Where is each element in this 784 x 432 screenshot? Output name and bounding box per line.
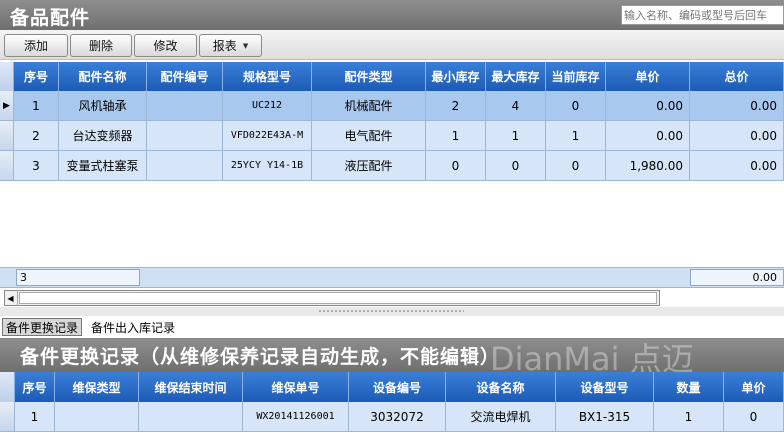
cell-spec-model[interactable]: UC212 xyxy=(223,91,312,121)
cell-seq[interactable]: 3 xyxy=(14,151,59,181)
cell-part-name[interactable]: 变量式柱塞泵 xyxy=(59,151,147,181)
replace-column-header-equipment-model[interactable]: 设备型号 xyxy=(556,372,654,402)
replace-column-header-unit-price[interactable]: 单价 xyxy=(724,372,784,402)
column-header-part-code[interactable]: 配件编号 xyxy=(147,62,223,91)
cell-part-name[interactable]: 台达变频器 xyxy=(59,121,147,151)
edit-button[interactable]: 修改 xyxy=(134,34,197,57)
report-button-label: 报表 xyxy=(212,39,237,53)
column-header-total-price[interactable]: 总价 xyxy=(690,62,784,91)
replace-cell-quantity[interactable]: 1 xyxy=(654,402,724,432)
footer-total-sum: 0.00 xyxy=(690,269,784,286)
sub-title: 备件更换记录（从维修保养记录自动生成，不能编辑） xyxy=(20,346,501,368)
column-header-seq[interactable]: 序号 xyxy=(14,62,59,91)
cell-part-code[interactable] xyxy=(147,151,223,181)
replace-table-body: 1 WX20141126001 3032072 交流电焊机 BX1-315 1 0 xyxy=(0,402,784,432)
replace-column-header-equipment-name[interactable]: 设备名称 xyxy=(446,372,556,402)
page-title: 备品配件 xyxy=(10,7,91,29)
report-dropdown-button[interactable]: 报表 ▼ xyxy=(199,34,262,57)
table-row[interactable]: 3 变量式柱塞泵 25YCY Y14-1B 液压配件 0 0 0 1,980.00 0.00 xyxy=(0,151,784,181)
scrollbar-thumb[interactable] xyxy=(19,292,657,304)
scroll-left-icon[interactable]: ◀ xyxy=(4,290,18,306)
replace-cell-equipment-code[interactable]: 3032072 xyxy=(349,402,446,432)
column-header-part-type[interactable]: 配件类型 xyxy=(312,62,426,91)
cell-max-stock[interactable]: 4 xyxy=(486,91,546,121)
cell-min-stock[interactable]: 1 xyxy=(426,121,486,151)
replace-cell-unit-price[interactable]: 0 xyxy=(724,402,784,432)
replace-table-header: 序号 维保类型 维保结束时间 维保单号 设备编号 设备名称 设备型号 数量 单价 xyxy=(0,372,784,402)
delete-button-label: 删除 xyxy=(88,39,113,53)
current-row-indicator-icon[interactable]: ▶ xyxy=(0,91,14,121)
column-header-unit-price[interactable]: 单价 xyxy=(606,62,690,91)
cell-unit-price[interactable]: 0.00 xyxy=(606,121,690,151)
row-selector[interactable] xyxy=(0,151,14,181)
cell-current-stock[interactable]: 0 xyxy=(546,91,606,121)
tab-replace-records[interactable]: 备件更换记录 xyxy=(2,318,83,336)
replace-cell-seq[interactable]: 1 xyxy=(15,402,55,432)
footer-row-count: 3 xyxy=(16,269,140,286)
cell-unit-price[interactable]: 0.00 xyxy=(606,91,690,121)
column-header-current-stock[interactable]: 当前库存 xyxy=(546,62,606,91)
cell-seq[interactable]: 1 xyxy=(14,91,59,121)
row-selector[interactable] xyxy=(0,121,14,151)
table-row[interactable]: 1 WX20141126001 3032072 交流电焊机 BX1-315 1 0 xyxy=(0,402,784,432)
replace-column-header-maintenance-order-no[interactable]: 维保单号 xyxy=(243,372,349,402)
cell-total-price[interactable]: 0.00 xyxy=(690,91,784,121)
replace-cell-equipment-model[interactable]: BX1-315 xyxy=(556,402,654,432)
table-row[interactable]: 2 台达变频器 VFD022E43A-M 电气配件 1 1 1 0.00 0.00 xyxy=(0,121,784,151)
replace-cell-maintenance-type[interactable] xyxy=(55,402,139,432)
replace-column-header-equipment-code[interactable]: 设备编号 xyxy=(349,372,446,402)
cell-spec-model[interactable]: VFD022E43A-M xyxy=(223,121,312,151)
replace-cell-maintenance-end-time[interactable] xyxy=(139,402,243,432)
cell-spec-model[interactable]: 25YCY Y14-1B xyxy=(223,151,312,181)
column-header-max-stock[interactable]: 最大库存 xyxy=(486,62,546,91)
cell-min-stock[interactable]: 2 xyxy=(426,91,486,121)
add-button-label: 添加 xyxy=(23,39,48,53)
cell-max-stock[interactable]: 0 xyxy=(486,151,546,181)
column-header-spec-model[interactable]: 规格型号 xyxy=(223,62,312,91)
row-selector-header xyxy=(0,372,15,402)
splitter-grip-icon[interactable] xyxy=(318,309,464,313)
replace-cell-equipment-name[interactable]: 交流电焊机 xyxy=(446,402,556,432)
tab-inout-records[interactable]: 备件出入库记录 xyxy=(88,318,178,336)
cell-unit-price[interactable]: 1,980.00 xyxy=(606,151,690,181)
cell-total-price[interactable]: 0.00 xyxy=(690,121,784,151)
edit-button-label: 修改 xyxy=(153,39,178,53)
column-header-part-name[interactable]: 配件名称 xyxy=(59,62,147,91)
cell-max-stock[interactable]: 1 xyxy=(486,121,546,151)
row-selector-header xyxy=(0,62,14,91)
cell-part-name[interactable]: 风机轴承 xyxy=(59,91,147,121)
cell-current-stock[interactable]: 0 xyxy=(546,151,606,181)
delete-button[interactable]: 删除 xyxy=(70,34,132,57)
cell-min-stock[interactable]: 0 xyxy=(426,151,486,181)
parts-table-header: 序号 配件名称 配件编号 规格型号 配件类型 最小库存 最大库存 当前库存 单价 总价 xyxy=(0,62,784,91)
cell-part-type[interactable]: 液压配件 xyxy=(312,151,426,181)
cell-part-type[interactable]: 电气配件 xyxy=(312,121,426,151)
chevron-down-icon: ▼ xyxy=(242,41,249,50)
cell-total-price[interactable]: 0.00 xyxy=(690,151,784,181)
row-selector[interactable] xyxy=(0,402,15,432)
column-header-min-stock[interactable]: 最小库存 xyxy=(426,62,486,91)
replace-column-header-seq[interactable]: 序号 xyxy=(15,372,55,402)
cell-part-type[interactable]: 机械配件 xyxy=(312,91,426,121)
cell-part-code[interactable] xyxy=(147,121,223,151)
cell-seq[interactable]: 2 xyxy=(14,121,59,151)
cell-current-stock[interactable]: 1 xyxy=(546,121,606,151)
parts-table-body: ▶ 1 风机轴承 UC212 机械配件 2 4 0 0.00 0.00 2 台达变频器 VFD022E4… xyxy=(0,91,784,267)
add-button[interactable]: 添加 xyxy=(4,34,68,57)
replace-column-header-quantity[interactable]: 数量 xyxy=(654,372,724,402)
cell-part-code[interactable] xyxy=(147,91,223,121)
replace-cell-maintenance-order-no[interactable]: WX20141126001 xyxy=(243,402,349,432)
replace-column-header-maintenance-type[interactable]: 维保类型 xyxy=(55,372,139,402)
replace-column-header-maintenance-end-time[interactable]: 维保结束时间 xyxy=(139,372,243,402)
search-input[interactable] xyxy=(621,5,784,25)
table-row[interactable]: ▶ 1 风机轴承 UC212 机械配件 2 4 0 0.00 0.00 xyxy=(0,91,784,121)
